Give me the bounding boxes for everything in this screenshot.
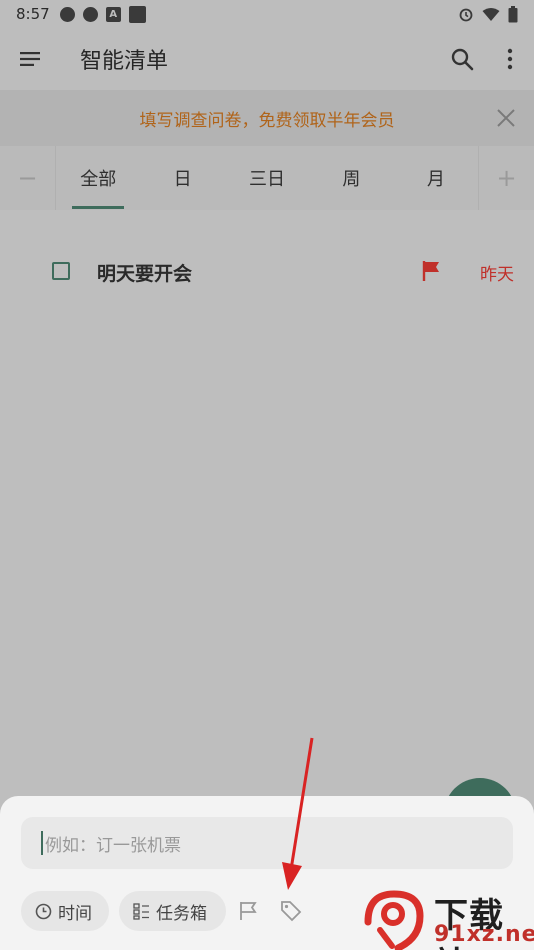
search-icon [451, 48, 474, 71]
battery-icon [508, 5, 518, 22]
app-notification-icon [59, 6, 75, 22]
a-notification-icon: A [105, 6, 121, 22]
menu-button[interactable] [0, 28, 60, 90]
list-grid-icon [133, 902, 149, 920]
menu-icon [20, 52, 40, 66]
page-title: 智能清单 [80, 49, 169, 74]
more-vert-icon [507, 48, 513, 70]
survey-banner[interactable]: 填写调查问卷，免费领取半年会员 [0, 90, 534, 146]
square-notification-icon [128, 5, 146, 23]
annotation-arrow [282, 737, 314, 890]
zoom-in-button[interactable]: + [478, 146, 534, 210]
task-title: 明天要开会 [97, 263, 193, 285]
inbox-chip-label: 任务箱 [156, 903, 207, 924]
tag-icon[interactable] [279, 899, 303, 923]
task-input[interactable]: 例如：订一张机票 [21, 817, 513, 869]
tab-day[interactable]: 日 [140, 146, 224, 210]
banner-text[interactable]: 填写调查问卷，免费领取半年会员 [140, 106, 395, 131]
tab-all[interactable]: 全部 [56, 146, 140, 210]
tab-week[interactable]: 周 [309, 146, 393, 210]
time-chip[interactable]: 时间 [21, 891, 109, 931]
time-chip-label: 时间 [58, 903, 92, 924]
text-caret [41, 831, 43, 855]
app-notification-icon-2 [82, 6, 98, 22]
priority-flag-icon[interactable] [236, 899, 260, 923]
status-time: 8:57 [16, 5, 50, 23]
close-icon [497, 109, 515, 127]
zoom-out-button[interactable]: − [0, 146, 56, 210]
watermark-url: 91xz.net [434, 922, 534, 947]
watermark-logo-icon [364, 890, 424, 950]
alarm-icon [459, 8, 473, 22]
tab-month[interactable]: 月 [394, 146, 478, 210]
more-options-button[interactable] [486, 28, 534, 90]
inbox-chip[interactable]: 任务箱 [119, 891, 226, 931]
watermark: 下载站 91xz.net [362, 888, 534, 950]
status-icons-right [458, 5, 518, 23]
status-icons-left: A [59, 5, 146, 23]
banner-close-button[interactable] [492, 104, 520, 132]
tab-list: 全部 日 三日 周 月 [56, 146, 478, 210]
task-input-placeholder: 例如：订一张机票 [45, 835, 181, 856]
task-due-date: 昨天 [480, 265, 514, 285]
tab-three-days[interactable]: 三日 [225, 146, 309, 210]
wifi-icon [482, 7, 500, 21]
task-item[interactable]: 明天要开会 昨天 [0, 240, 534, 302]
status-bar: 8:57 A [0, 0, 534, 28]
clock-icon [35, 903, 52, 919]
app-bar: 智能清单 [0, 28, 534, 90]
task-checkbox[interactable] [52, 262, 70, 280]
range-tabs: − 全部 日 三日 周 月 + [0, 146, 534, 210]
flag-icon [422, 261, 439, 281]
search-button[interactable] [438, 28, 486, 90]
